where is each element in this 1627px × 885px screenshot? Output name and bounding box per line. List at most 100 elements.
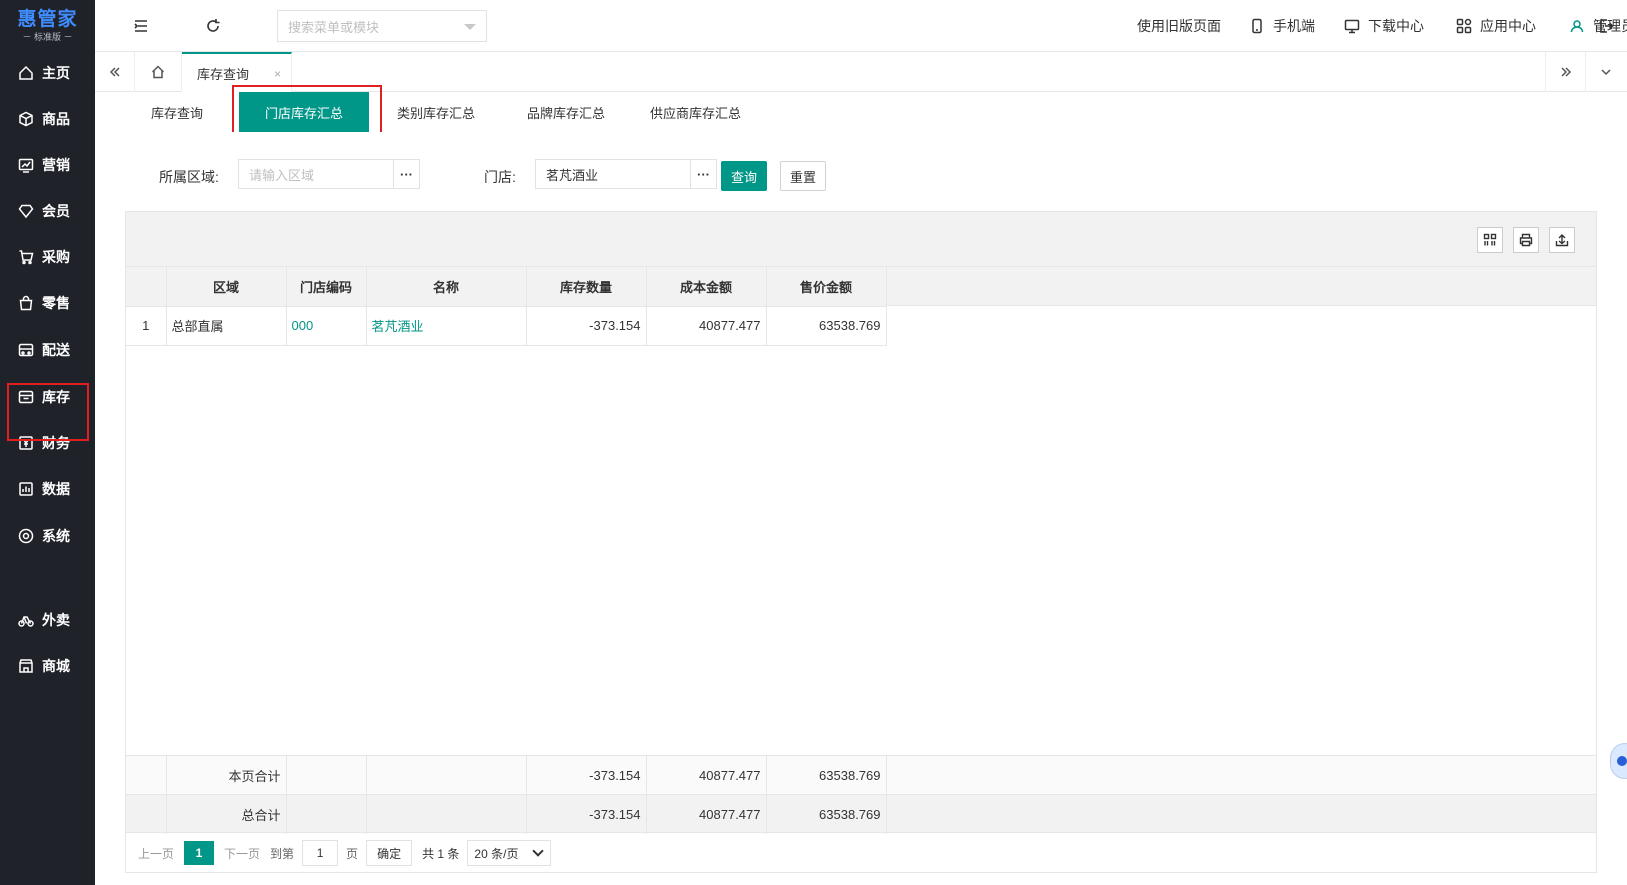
menu-toggle-icon[interactable]	[132, 17, 150, 35]
sidebar-item-goods[interactable]: 商品	[0, 99, 95, 139]
shop-icon	[18, 658, 34, 674]
close-icon[interactable]: ×	[274, 67, 281, 81]
scroll-right-icon[interactable]	[1545, 52, 1585, 92]
column-header-index	[126, 267, 167, 307]
subtab-brand-summary[interactable]: 品牌库存汇总	[527, 92, 605, 132]
goto-label: 到第	[270, 846, 295, 861]
total-count: 共 1 条	[422, 846, 460, 861]
area-label: 所属区域:	[159, 169, 219, 185]
sidebar-item-home[interactable]: 主页	[0, 53, 95, 93]
box-icon	[18, 111, 34, 127]
sidebar-item-label: 外卖	[42, 612, 70, 628]
tab-label: 库存查询	[197, 66, 250, 82]
assistant-float-icon[interactable]	[1610, 743, 1627, 779]
sidebar-item-member[interactable]: 会员	[0, 191, 95, 231]
page-unit-label: 页	[346, 846, 359, 861]
truck-icon	[18, 342, 34, 358]
cell-quantity: -373.154	[526, 306, 647, 346]
app-center-link[interactable]: 应用中心	[1456, 16, 1536, 36]
assistant-dot	[1617, 756, 1627, 766]
apps-label: 应用中心	[1480, 18, 1536, 34]
goto-confirm-button[interactable]: 确定	[366, 840, 413, 866]
chevron-down-icon[interactable]	[1585, 52, 1625, 92]
area-input[interactable]: 请输入区域	[238, 159, 394, 189]
table-row[interactable]: 1 总部直属 000 茗芃酒业 -373.154 40877.477 63538…	[126, 306, 887, 346]
current-page-button[interactable]: 1	[184, 841, 215, 865]
sidebar-item-delivery[interactable]: 配送	[0, 330, 95, 370]
cell-store-name[interactable]: 茗芃酒业	[366, 306, 527, 346]
mobile-link[interactable]: 手机端	[1249, 16, 1315, 36]
sidebar-item-system[interactable]: 系统	[0, 516, 95, 556]
pagination: 上一页 1 下一页 到第 1 页 确定 共 1 条 20 条/页	[126, 833, 1596, 873]
scroll-left-icon[interactable]	[95, 52, 135, 92]
grand-total-row: 总合计 -373.154 40877.477 63538.769	[126, 794, 887, 834]
page-total-cost: 40877.477	[646, 755, 767, 795]
cell-store-code[interactable]: 000	[286, 306, 367, 346]
page-total-row: 本页合计 -373.154 40877.477 63538.769	[126, 755, 887, 795]
reset-button[interactable]: 重置	[780, 161, 826, 191]
mobile-label: 手机端	[1273, 18, 1315, 34]
page-size-select[interactable]: 20 条/页	[467, 840, 552, 866]
sidebar-item-data[interactable]: 数据	[0, 469, 95, 509]
refresh-icon[interactable]	[204, 17, 222, 35]
area-picker-button[interactable]: ···	[394, 159, 420, 189]
old-page-label: 使用旧版页面	[1137, 18, 1221, 34]
totals-table: 本页合计 -373.154 40877.477 63538.769 总合计 -3…	[126, 755, 887, 834]
column-header-sale[interactable]: 售价金额	[766, 267, 887, 307]
sidebar-item-label: 商城	[42, 658, 70, 674]
logout-icon[interactable]	[1597, 17, 1615, 35]
sidebar-item-retail[interactable]: 零售	[0, 283, 95, 323]
home-tab-icon[interactable]	[135, 52, 182, 92]
sidebar-item-marketing[interactable]: 营销	[0, 145, 95, 185]
store-input[interactable]: 茗芃酒业	[535, 159, 691, 189]
subtab-category-summary[interactable]: 类别库存汇总	[397, 92, 475, 132]
home-icon	[18, 65, 34, 81]
inventory-table: 区域 门店编码 名称 库存数量 成本金额 售价金额 1 总部直属 000 茗芃酒…	[126, 267, 887, 346]
print-icon[interactable]	[1513, 227, 1539, 253]
download-label: 下载中心	[1368, 18, 1424, 34]
sidebar-item-label: 采购	[42, 249, 70, 265]
download-center-link[interactable]: 下载中心	[1344, 16, 1424, 36]
caret-down-icon	[464, 24, 476, 30]
store-picker-button[interactable]: ···	[691, 159, 717, 189]
phone-icon	[1249, 18, 1265, 34]
brand-name: 惠管家	[17, 9, 78, 30]
old-page-link[interactable]: 使用旧版页面	[1137, 16, 1221, 36]
top-header: 搜索菜单或模块 使用旧版页面 手机端 下载中心 应用中心 管理员	[95, 0, 1627, 52]
sidebar-item-label: 营销	[42, 157, 70, 173]
columns-filter-icon[interactable]	[1477, 227, 1503, 253]
data-icon	[18, 481, 34, 497]
user-avatar-icon	[1569, 18, 1585, 34]
next-page-button[interactable]: 下一页	[224, 845, 260, 862]
page-size-value: 20 条/页	[474, 846, 519, 861]
goto-page-input[interactable]: 1	[302, 840, 339, 866]
monitor-icon	[1344, 18, 1360, 34]
sidebar: 惠管家 － 标准版 － 主页 商品 营销 会员 采购 零售 配送 库存 财务 数…	[0, 0, 95, 885]
column-header-store-code[interactable]: 门店编码	[286, 267, 367, 307]
sidebar-item-mall[interactable]: 商城	[0, 646, 95, 686]
query-button[interactable]: 查询	[721, 161, 767, 191]
sidebar-item-label: 商品	[42, 111, 70, 127]
sidebar-item-purchase[interactable]: 采购	[0, 237, 95, 277]
header-row: 区域 门店编码 名称 库存数量 成本金额 售价金额	[126, 267, 887, 307]
subtab-inventory-query[interactable]: 库存查询	[151, 92, 203, 132]
prev-page-button[interactable]: 上一页	[138, 845, 174, 862]
row-index: 1	[126, 306, 167, 346]
logo[interactable]: 惠管家 － 标准版 －	[0, 0, 95, 52]
brand-edition: － 标准版 －	[22, 32, 73, 42]
grand-total-quantity: -373.154	[526, 794, 647, 834]
column-header-name[interactable]: 名称	[366, 267, 527, 307]
column-header-cost[interactable]: 成本金额	[646, 267, 767, 307]
column-header-quantity[interactable]: 库存数量	[526, 267, 647, 307]
sidebar-item-label: 数据	[42, 481, 70, 497]
grand-total-cost: 40877.477	[646, 794, 767, 834]
grand-total-sale: 63538.769	[766, 794, 887, 834]
subtab-supplier-summary[interactable]: 供应商库存汇总	[650, 92, 741, 132]
column-header-area[interactable]: 区域	[166, 267, 287, 307]
sidebar-item-takeout[interactable]: 外卖	[0, 600, 95, 640]
settings-icon	[18, 528, 34, 544]
menu-search-select[interactable]: 搜索菜单或模块	[277, 10, 487, 42]
store-label: 门店:	[484, 169, 516, 185]
export-icon[interactable]	[1549, 227, 1575, 253]
data-grid: 区域 门店编码 名称 库存数量 成本金额 售价金额 1 总部直属 000 茗芃酒…	[125, 211, 1597, 873]
